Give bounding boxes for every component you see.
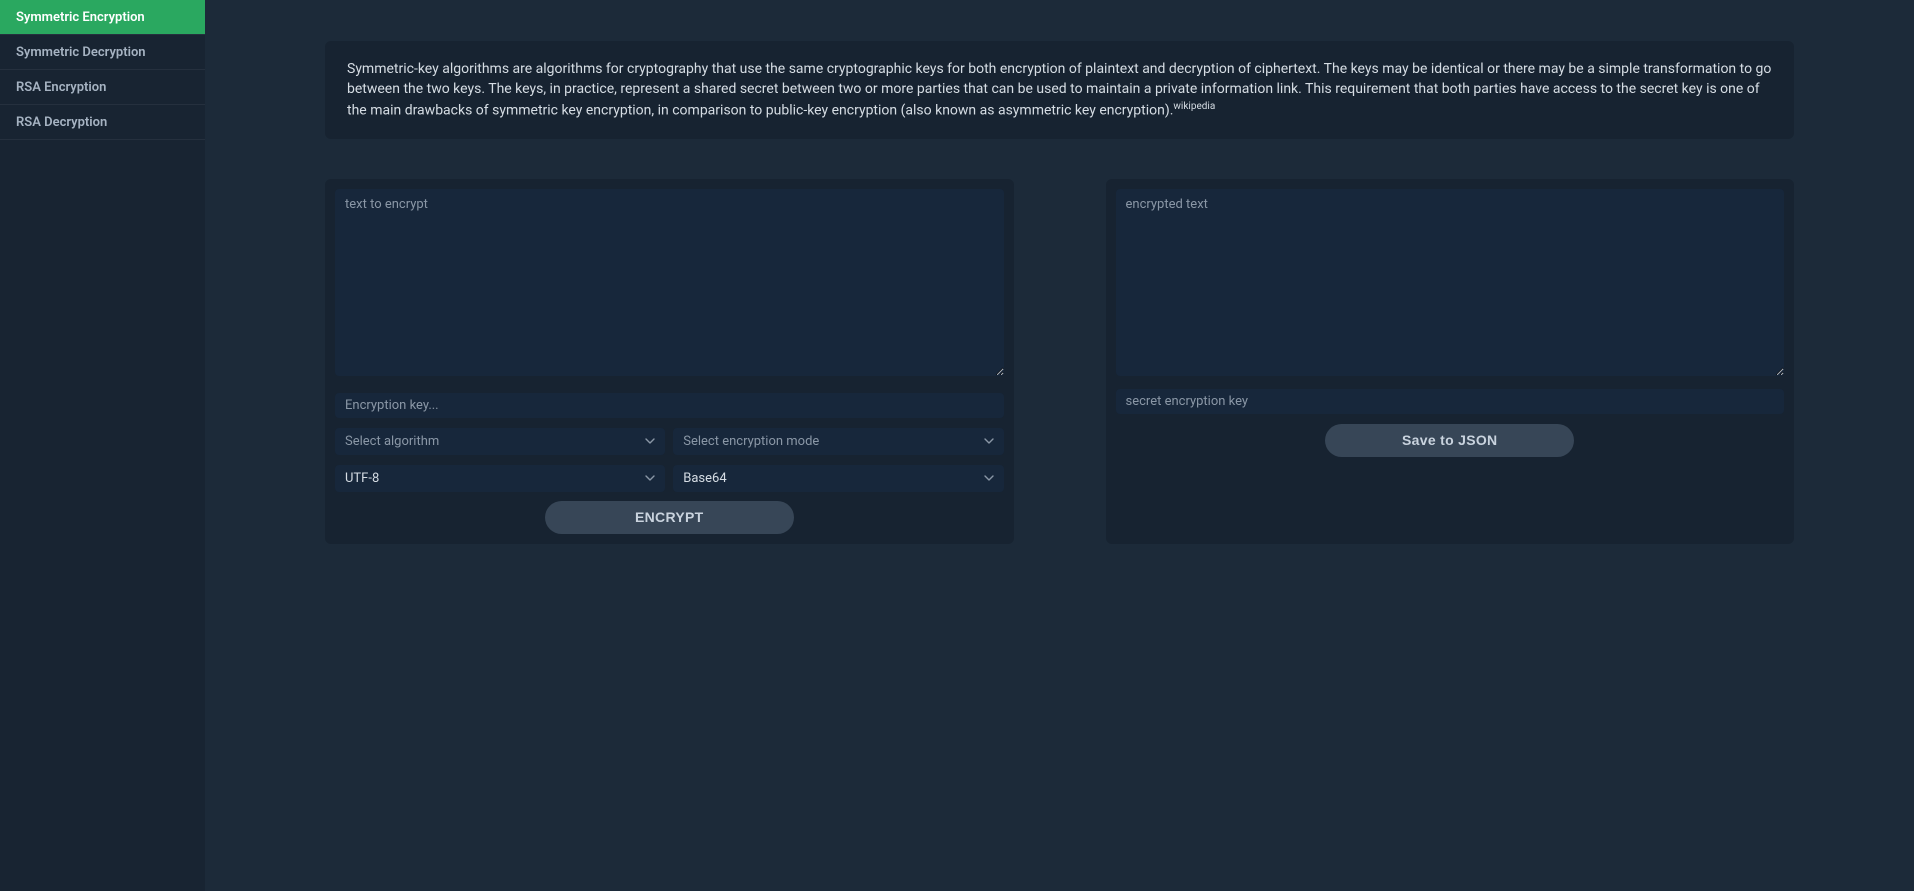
sidebar-item-label: Symmetric Encryption bbox=[16, 10, 145, 25]
encrypt-panel: Select algorithm Select encryption mode … bbox=[325, 179, 1014, 544]
chevron-down-icon bbox=[645, 436, 655, 446]
chevron-down-icon bbox=[984, 473, 994, 483]
chevron-down-icon bbox=[984, 436, 994, 446]
output-format-select[interactable]: Base64 bbox=[673, 465, 1003, 492]
encoding-select-label: UTF-8 bbox=[345, 471, 379, 486]
main-content: Symmetric-key algorithms are algorithms … bbox=[205, 0, 1914, 891]
encoding-select[interactable]: UTF-8 bbox=[335, 465, 665, 492]
select-row-1: Select algorithm Select encryption mode bbox=[335, 428, 1004, 455]
sidebar-item-symmetric-encryption[interactable]: Symmetric Encryption bbox=[0, 0, 205, 35]
ciphertext-textarea[interactable] bbox=[1116, 189, 1785, 376]
result-panel: Save to JSON bbox=[1106, 179, 1795, 544]
select-row-2: UTF-8 Base64 bbox=[335, 465, 1004, 492]
info-box: Symmetric-key algorithms are algorithms … bbox=[325, 41, 1794, 139]
plaintext-textarea[interactable] bbox=[335, 189, 1004, 376]
algorithm-select-label: Select algorithm bbox=[345, 434, 439, 449]
algorithm-select[interactable]: Select algorithm bbox=[335, 428, 665, 455]
sidebar-item-rsa-decryption[interactable]: RSA Decryption bbox=[0, 105, 205, 140]
sidebar-item-label: Symmetric Decryption bbox=[16, 45, 146, 60]
sidebar-item-label: RSA Encryption bbox=[16, 80, 106, 95]
info-text: Symmetric-key algorithms are algorithms … bbox=[347, 61, 1771, 118]
output-format-select-label: Base64 bbox=[683, 471, 726, 486]
save-json-button[interactable]: Save to JSON bbox=[1325, 424, 1574, 457]
info-source: wikipedia bbox=[1173, 101, 1215, 112]
encryption-key-input[interactable] bbox=[335, 393, 1004, 418]
encrypt-button[interactable]: ENCRYPT bbox=[545, 501, 794, 534]
sidebar-item-symmetric-decryption[interactable]: Symmetric Decryption bbox=[0, 35, 205, 70]
chevron-down-icon bbox=[645, 473, 655, 483]
mode-select-label: Select encryption mode bbox=[683, 434, 819, 449]
mode-select[interactable]: Select encryption mode bbox=[673, 428, 1003, 455]
panels-row: Select algorithm Select encryption mode … bbox=[325, 179, 1794, 544]
sidebar: Symmetric Encryption Symmetric Decryptio… bbox=[0, 0, 205, 891]
sidebar-item-rsa-encryption[interactable]: RSA Encryption bbox=[0, 70, 205, 105]
secret-key-input[interactable] bbox=[1116, 389, 1785, 414]
sidebar-item-label: RSA Decryption bbox=[16, 115, 107, 130]
